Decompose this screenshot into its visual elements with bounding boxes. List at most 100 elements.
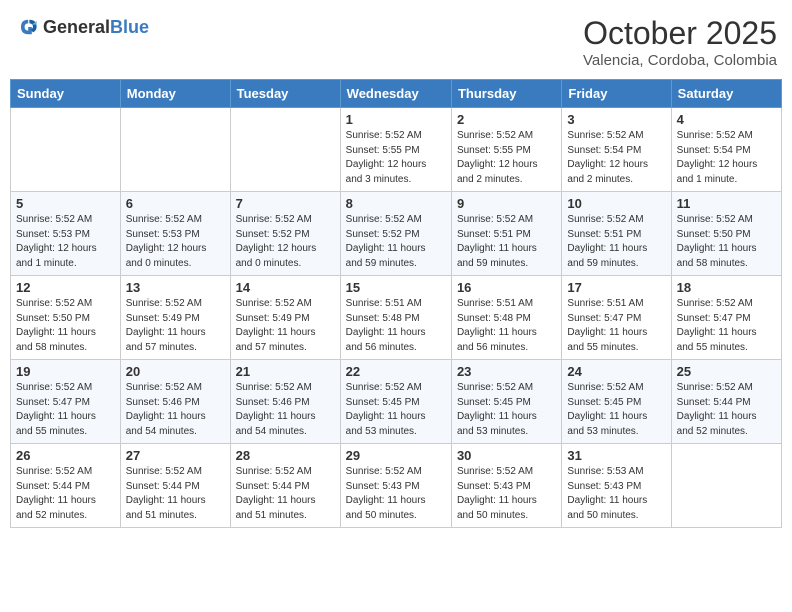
day-info: Sunrise: 5:52 AM Sunset: 5:44 PM Dayligh… bbox=[16, 465, 115, 523]
calendar-cell: 6 Sunrise: 5:52 AM Sunset: 5:53 PM Daylig… bbox=[120, 192, 230, 276]
month-title: October 2025 bbox=[583, 15, 777, 52]
day-number: 28 bbox=[236, 448, 335, 463]
day-info: Sunrise: 5:52 AM Sunset: 5:51 PM Dayligh… bbox=[457, 213, 556, 271]
day-info: Sunrise: 5:52 AM Sunset: 5:50 PM Dayligh… bbox=[16, 297, 115, 355]
day-info: Sunrise: 5:51 AM Sunset: 5:48 PM Dayligh… bbox=[346, 297, 446, 355]
day-number: 26 bbox=[16, 448, 115, 463]
day-number: 16 bbox=[457, 280, 556, 295]
day-info: Sunrise: 5:51 AM Sunset: 5:48 PM Dayligh… bbox=[457, 297, 556, 355]
day-info: Sunrise: 5:52 AM Sunset: 5:55 PM Dayligh… bbox=[346, 129, 446, 187]
day-info: Sunrise: 5:52 AM Sunset: 5:45 PM Dayligh… bbox=[346, 381, 446, 439]
calendar-cell: 9 Sunrise: 5:52 AM Sunset: 5:51 PM Daylig… bbox=[451, 192, 561, 276]
calendar-cell: 22 Sunrise: 5:52 AM Sunset: 5:45 PM Dayli… bbox=[340, 360, 451, 444]
calendar-cell: 23 Sunrise: 5:52 AM Sunset: 5:45 PM Dayli… bbox=[451, 360, 561, 444]
day-info: Sunrise: 5:52 AM Sunset: 5:51 PM Dayligh… bbox=[567, 213, 665, 271]
day-info: Sunrise: 5:52 AM Sunset: 5:49 PM Dayligh… bbox=[236, 297, 335, 355]
day-number: 4 bbox=[677, 112, 776, 127]
day-number: 14 bbox=[236, 280, 335, 295]
location-title: Valencia, Cordoba, Colombia bbox=[583, 52, 777, 69]
day-number: 5 bbox=[16, 196, 115, 211]
day-info: Sunrise: 5:52 AM Sunset: 5:54 PM Dayligh… bbox=[677, 129, 776, 187]
weekday-header-tuesday: Tuesday bbox=[230, 80, 340, 108]
calendar-cell: 12 Sunrise: 5:52 AM Sunset: 5:50 PM Dayli… bbox=[11, 276, 121, 360]
calendar-cell: 19Sunrise: 5:52 AM Sunset: 5:47 PM Dayli… bbox=[11, 360, 121, 444]
calendar-week-2: 5 Sunrise: 5:52 AM Sunset: 5:53 PM Daylig… bbox=[11, 192, 782, 276]
day-info: Sunrise: 5:52 AM Sunset: 5:45 PM Dayligh… bbox=[567, 381, 665, 439]
day-info: Sunrise: 5:52 AM Sunset: 5:52 PM Dayligh… bbox=[346, 213, 446, 271]
calendar-cell: 14 Sunrise: 5:52 AM Sunset: 5:49 PM Dayli… bbox=[230, 276, 340, 360]
day-info: Sunrise: 5:52 AM Sunset: 5:55 PM Dayligh… bbox=[457, 129, 556, 187]
logo-icon bbox=[15, 15, 39, 39]
calendar-cell: 4 Sunrise: 5:52 AM Sunset: 5:54 PM Daylig… bbox=[671, 108, 781, 192]
calendar-cell bbox=[671, 444, 781, 528]
day-info: Sunrise: 5:52 AM Sunset: 5:45 PM Dayligh… bbox=[457, 381, 556, 439]
weekday-header-sunday: Sunday bbox=[11, 80, 121, 108]
day-number: 9 bbox=[457, 196, 556, 211]
day-number: 22 bbox=[346, 364, 446, 379]
calendar-cell: 13 Sunrise: 5:52 AM Sunset: 5:49 PM Dayli… bbox=[120, 276, 230, 360]
calendar-cell: 18 Sunrise: 5:52 AM Sunset: 5:47 PM Dayli… bbox=[671, 276, 781, 360]
calendar-cell: 8 Sunrise: 5:52 AM Sunset: 5:52 PM Daylig… bbox=[340, 192, 451, 276]
day-number: 20 bbox=[126, 364, 225, 379]
day-info: Sunrise: 5:52 AM Sunset: 5:44 PM Dayligh… bbox=[677, 381, 776, 439]
day-info: Sunrise: 5:52 AM Sunset: 5:53 PM Dayligh… bbox=[16, 213, 115, 271]
calendar-cell: 11Sunrise: 5:52 AM Sunset: 5:50 PM Dayli… bbox=[671, 192, 781, 276]
day-info: Sunrise: 5:52 AM Sunset: 5:47 PM Dayligh… bbox=[16, 381, 115, 439]
day-number: 23 bbox=[457, 364, 556, 379]
logo: GeneralBlue bbox=[15, 15, 149, 39]
day-info: Sunrise: 5:51 AM Sunset: 5:47 PM Dayligh… bbox=[567, 297, 665, 355]
calendar-cell: 28 Sunrise: 5:52 AM Sunset: 5:44 PM Dayli… bbox=[230, 444, 340, 528]
day-number: 27 bbox=[126, 448, 225, 463]
day-number: 18 bbox=[677, 280, 776, 295]
day-info: Sunrise: 5:52 AM Sunset: 5:47 PM Dayligh… bbox=[677, 297, 776, 355]
calendar-cell: 2Sunrise: 5:52 AM Sunset: 5:55 PM Daylig… bbox=[451, 108, 561, 192]
calendar-cell bbox=[11, 108, 121, 192]
day-number: 29 bbox=[346, 448, 446, 463]
day-number: 21 bbox=[236, 364, 335, 379]
day-number: 15 bbox=[346, 280, 446, 295]
calendar-cell: 15 Sunrise: 5:51 AM Sunset: 5:48 PM Dayli… bbox=[340, 276, 451, 360]
day-info: Sunrise: 5:52 AM Sunset: 5:50 PM Dayligh… bbox=[677, 213, 776, 271]
day-number: 1 bbox=[346, 112, 446, 127]
day-info: Sunrise: 5:52 AM Sunset: 5:44 PM Dayligh… bbox=[126, 465, 225, 523]
calendar-week-5: 26 Sunrise: 5:52 AM Sunset: 5:44 PM Dayli… bbox=[11, 444, 782, 528]
day-info: Sunrise: 5:52 AM Sunset: 5:44 PM Dayligh… bbox=[236, 465, 335, 523]
calendar-cell: 29Sunrise: 5:52 AM Sunset: 5:43 PM Dayli… bbox=[340, 444, 451, 528]
weekday-header-friday: Friday bbox=[562, 80, 671, 108]
day-number: 25 bbox=[677, 364, 776, 379]
weekday-header-wednesday: Wednesday bbox=[340, 80, 451, 108]
day-info: Sunrise: 5:52 AM Sunset: 5:49 PM Dayligh… bbox=[126, 297, 225, 355]
calendar-cell bbox=[120, 108, 230, 192]
weekday-header-thursday: Thursday bbox=[451, 80, 561, 108]
calendar-cell: 1 Sunrise: 5:52 AM Sunset: 5:55 PM Daylig… bbox=[340, 108, 451, 192]
calendar-cell: 20 Sunrise: 5:52 AM Sunset: 5:46 PM Dayli… bbox=[120, 360, 230, 444]
calendar-cell bbox=[230, 108, 340, 192]
calendar-cell: 31Sunrise: 5:53 AM Sunset: 5:43 PM Dayli… bbox=[562, 444, 671, 528]
day-info: Sunrise: 5:52 AM Sunset: 5:46 PM Dayligh… bbox=[126, 381, 225, 439]
day-number: 10 bbox=[567, 196, 665, 211]
calendar: SundayMondayTuesdayWednesdayThursdayFrid… bbox=[10, 79, 782, 528]
calendar-cell: 27 Sunrise: 5:52 AM Sunset: 5:44 PM Dayli… bbox=[120, 444, 230, 528]
day-info: Sunrise: 5:52 AM Sunset: 5:54 PM Dayligh… bbox=[567, 129, 665, 187]
calendar-week-3: 12 Sunrise: 5:52 AM Sunset: 5:50 PM Dayli… bbox=[11, 276, 782, 360]
day-number: 12 bbox=[16, 280, 115, 295]
day-number: 13 bbox=[126, 280, 225, 295]
logo-text: GeneralBlue bbox=[43, 17, 149, 38]
day-number: 8 bbox=[346, 196, 446, 211]
calendar-cell: 5 Sunrise: 5:52 AM Sunset: 5:53 PM Daylig… bbox=[11, 192, 121, 276]
title-area: October 2025 Valencia, Cordoba, Colombia bbox=[583, 15, 777, 69]
calendar-cell: 26 Sunrise: 5:52 AM Sunset: 5:44 PM Dayli… bbox=[11, 444, 121, 528]
day-info: Sunrise: 5:53 AM Sunset: 5:43 PM Dayligh… bbox=[567, 465, 665, 523]
calendar-cell: 7Sunrise: 5:52 AM Sunset: 5:52 PM Daylig… bbox=[230, 192, 340, 276]
calendar-cell: 17Sunrise: 5:51 AM Sunset: 5:47 PM Dayli… bbox=[562, 276, 671, 360]
weekday-header-saturday: Saturday bbox=[671, 80, 781, 108]
day-info: Sunrise: 5:52 AM Sunset: 5:53 PM Dayligh… bbox=[126, 213, 225, 271]
calendar-week-1: 1 Sunrise: 5:52 AM Sunset: 5:55 PM Daylig… bbox=[11, 108, 782, 192]
calendar-cell: 3 Sunrise: 5:52 AM Sunset: 5:54 PM Daylig… bbox=[562, 108, 671, 192]
day-info: Sunrise: 5:52 AM Sunset: 5:46 PM Dayligh… bbox=[236, 381, 335, 439]
day-number: 30 bbox=[457, 448, 556, 463]
day-number: 3 bbox=[567, 112, 665, 127]
day-number: 6 bbox=[126, 196, 225, 211]
day-info: Sunrise: 5:52 AM Sunset: 5:52 PM Dayligh… bbox=[236, 213, 335, 271]
calendar-cell: 10 Sunrise: 5:52 AM Sunset: 5:51 PM Dayli… bbox=[562, 192, 671, 276]
